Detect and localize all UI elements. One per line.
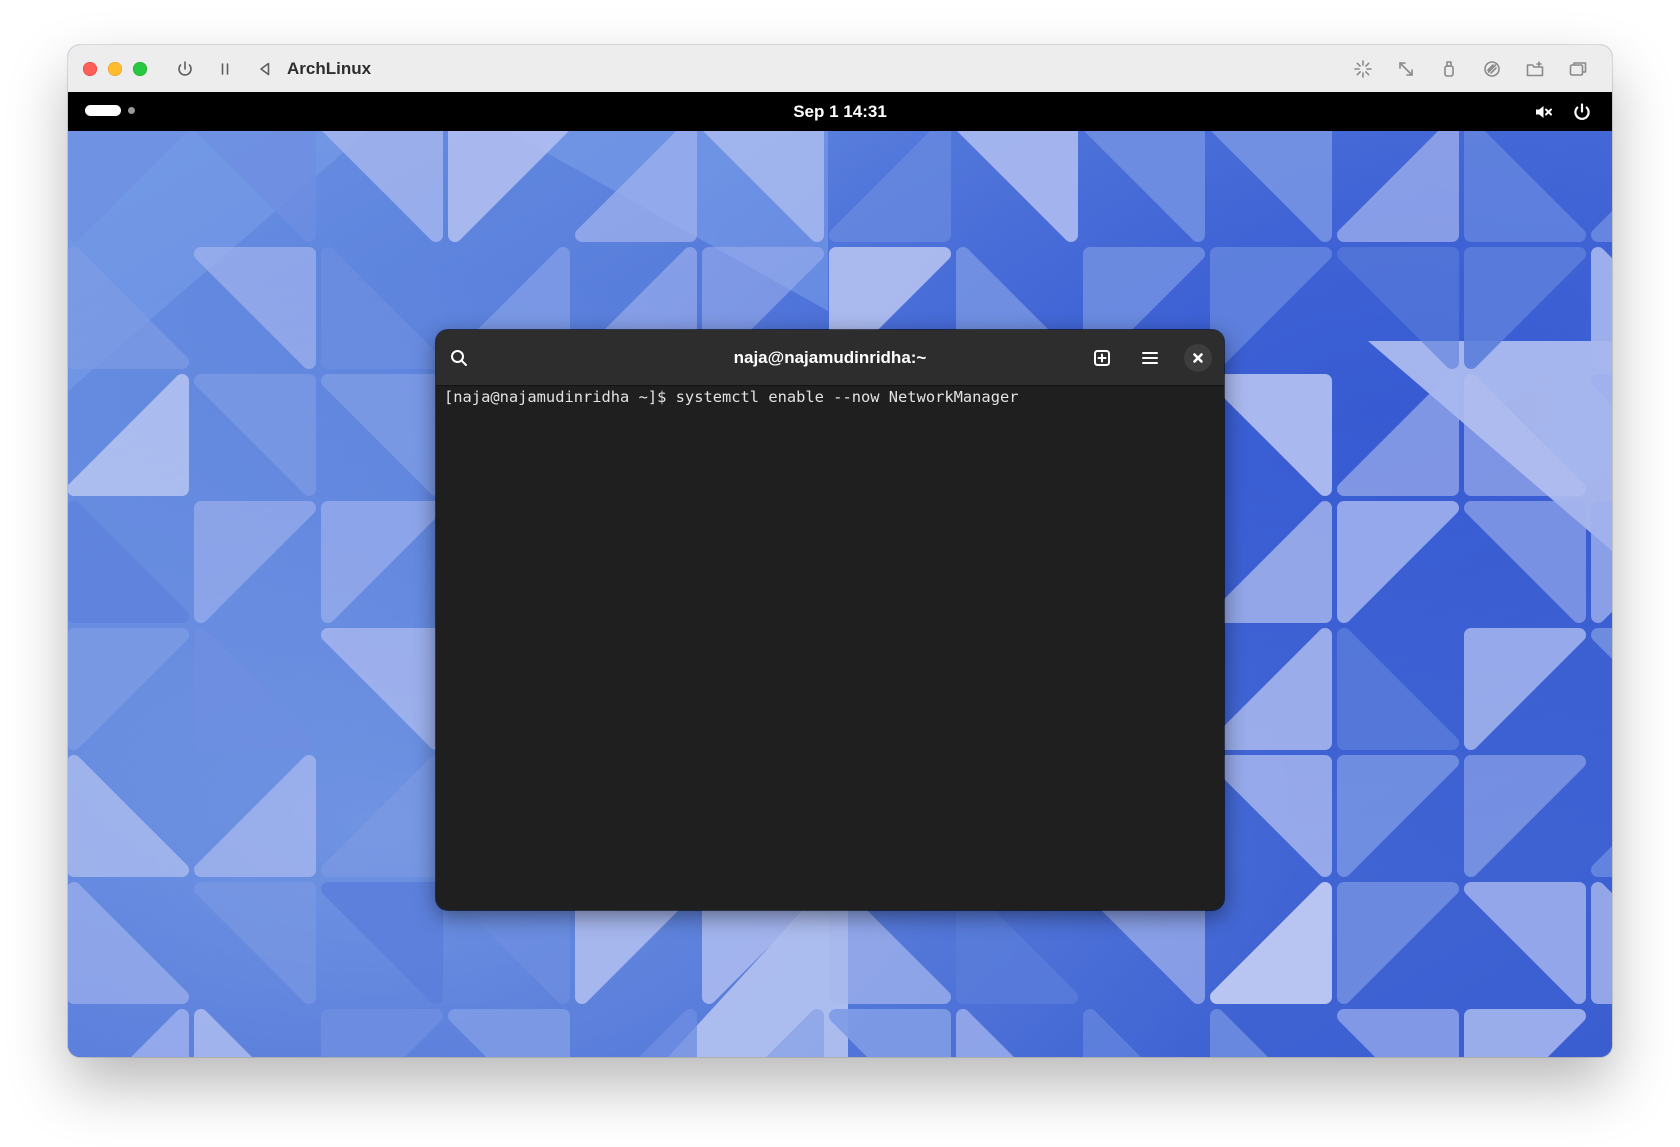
- volume-muted-icon[interactable]: [1531, 100, 1555, 124]
- wallpaper-tile: [1591, 882, 1612, 1004]
- close-icon[interactable]: [1184, 344, 1212, 372]
- vm-toolbar-right: [1351, 57, 1590, 81]
- clock-area: Sep 1 14:31: [68, 92, 1612, 131]
- clock[interactable]: Sep 1 14:31: [793, 102, 887, 121]
- hamburger-menu-icon[interactable]: [1134, 342, 1166, 374]
- vm-title: ArchLinux: [287, 58, 372, 78]
- terminal-command: systemctl enable --now NetworkManager: [675, 388, 1019, 406]
- terminal-headerbar[interactable]: naja@najamudinridha:~: [436, 330, 1224, 386]
- resize-icon[interactable]: [1394, 57, 1418, 81]
- brightness-icon[interactable]: [1351, 57, 1375, 81]
- power-icon[interactable]: [1570, 100, 1594, 124]
- back-icon[interactable]: [253, 57, 277, 81]
- vm-titlebar: ArchLinux: [68, 45, 1612, 93]
- wallpaper-tile: [1591, 501, 1612, 623]
- usb-icon[interactable]: [1437, 57, 1461, 81]
- zoom-window-button[interactable]: [133, 61, 147, 76]
- desktop[interactable]: naja@najamudinridha:~ [naja@najamudinrid…: [68, 131, 1612, 1057]
- power-icon[interactable]: [173, 57, 197, 81]
- terminal-prompt: [naja@najamudinridha ~]$: [444, 388, 676, 406]
- new-tab-icon[interactable]: [1086, 342, 1118, 374]
- network-icon[interactable]: [1480, 57, 1504, 81]
- terminal-output[interactable]: [naja@najamudinridha ~]$ systemctl enabl…: [444, 387, 1216, 902]
- minimize-window-button[interactable]: [108, 61, 122, 76]
- shared-folder-icon[interactable]: [1523, 57, 1547, 81]
- terminal-window[interactable]: naja@najamudinridha:~ [naja@najamudinrid…: [436, 330, 1224, 910]
- window-icon[interactable]: [1566, 57, 1590, 81]
- pause-icon[interactable]: [213, 57, 237, 81]
- close-window-button[interactable]: [83, 61, 97, 76]
- system-tray[interactable]: [1531, 100, 1594, 124]
- vm-controls: [173, 57, 277, 81]
- wallpaper-tile: [1591, 247, 1612, 369]
- traffic-lights: [83, 61, 147, 76]
- vm-window: ArchLinux Sep 1 14:31 naja@najamudinridh…: [68, 45, 1612, 1057]
- gnome-top-bar: Sep 1 14:31: [68, 92, 1612, 131]
